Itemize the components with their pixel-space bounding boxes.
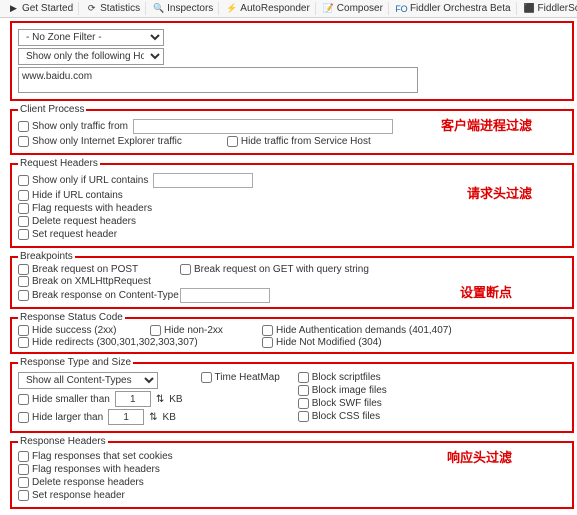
block-script-check[interactable]: Block scriptfiles	[298, 372, 381, 383]
tab-inspectors[interactable]: 🔍Inspectors	[148, 2, 219, 15]
fo-icon: FO	[396, 3, 407, 14]
set-resp-header-check[interactable]: Set response header	[18, 490, 125, 501]
block-css-check[interactable]: Block CSS files	[298, 411, 380, 422]
traffic-from-check[interactable]: Show only traffic from	[18, 121, 128, 132]
script-icon: ⬛	[524, 3, 535, 14]
status-code-legend: Response Status Code	[18, 312, 125, 323]
hide-304-check[interactable]: Hide Not Modified (304)	[262, 337, 462, 348]
hide-redirects-check[interactable]: Hide redirects (300,301,302,303,307)	[18, 337, 250, 348]
flag-cookies-check[interactable]: Flag responses that set cookies	[18, 451, 173, 462]
request-headers-note: 请求头过滤	[467, 183, 532, 202]
play-icon: ▶	[8, 3, 19, 14]
compose-icon: 📝	[323, 3, 334, 14]
hide-2xx-check[interactable]: Hide success (2xx)	[18, 325, 138, 336]
search-icon: 🔍	[153, 3, 164, 14]
set-req-header-check[interactable]: Set request header	[18, 229, 117, 240]
tab-composer[interactable]: 📝Composer	[318, 2, 389, 15]
tab-autoresponder[interactable]: ⚡AutoResponder	[221, 2, 316, 15]
type-size-legend: Response Type and Size	[18, 357, 133, 368]
time-heatmap-check[interactable]: Time HeatMap	[201, 372, 280, 383]
response-headers-legend: Response Headers	[18, 436, 108, 447]
flag-resp-headers-check[interactable]: Flag responses with headers	[18, 464, 160, 475]
show-url-contains-check[interactable]: Show only if URL contains	[18, 175, 148, 186]
host-filter-box: - No Zone Filter - Show only the followi…	[10, 21, 574, 101]
zone-filter-select[interactable]: - No Zone Filter -	[18, 29, 164, 46]
delete-req-headers-check[interactable]: Delete request headers	[18, 216, 136, 227]
show-url-field[interactable]	[153, 173, 253, 188]
flag-req-headers-check[interactable]: Flag requests with headers	[18, 203, 152, 214]
break-content-type-check[interactable]: Break response on Content-Type	[18, 288, 168, 303]
client-process-legend: Client Process	[18, 104, 86, 115]
ie-traffic-check[interactable]: Show only Internet Explorer traffic	[18, 136, 182, 147]
hide-larger-input[interactable]	[108, 409, 144, 425]
request-headers-section: Request Headers 请求头过滤 Show only if URL c…	[10, 158, 574, 248]
bolt-icon: ⚡	[226, 3, 237, 14]
host-filter-textarea[interactable]: www.baidu.com	[18, 67, 418, 93]
response-headers-note: 响应头过滤	[447, 447, 512, 466]
tab-statistics[interactable]: ⟳Statistics	[81, 2, 146, 15]
refresh-icon: ⟳	[86, 3, 97, 14]
break-get-query-check[interactable]: Break request on GET with query string	[180, 264, 400, 275]
type-size-section: Response Type and Size → 响应类型和大小过滤 Show …	[10, 357, 574, 433]
tab-orchestra[interactable]: FOFiddler Orchestra Beta	[391, 2, 517, 15]
hide-auth-check[interactable]: Hide Authentication demands (401,407)	[262, 325, 462, 336]
status-code-section: Response Status Code → 响应状态码过滤 Hide succ…	[10, 312, 574, 354]
hide-smaller-check[interactable]: Hide smaller than	[18, 394, 110, 405]
breakpoints-legend: Breakpoints	[18, 251, 75, 262]
hide-service-check[interactable]: Hide traffic from Service Host	[227, 136, 371, 147]
top-tabs: ▶Get Started ⟳Statistics 🔍Inspectors ⚡Au…	[0, 0, 577, 18]
client-process-section: Client Process 客户端进程过滤 Show only traffic…	[10, 104, 574, 155]
breakpoints-note: 设置断点	[460, 282, 512, 301]
delete-resp-headers-check[interactable]: Delete response headers	[18, 477, 144, 488]
hide-larger-check[interactable]: Hide larger than	[18, 412, 103, 423]
hide-smaller-input[interactable]	[115, 391, 151, 407]
tab-get-started[interactable]: ▶Get Started	[3, 2, 79, 15]
break-xhr-check[interactable]: Break on XMLHttpRequest	[18, 276, 168, 287]
break-content-type-field[interactable]	[180, 288, 270, 303]
tab-fiddlerscript[interactable]: ⬛FiddlerScript	[519, 2, 577, 15]
block-image-check[interactable]: Block image files	[298, 385, 387, 396]
hide-url-contains-check[interactable]: Hide if URL contains	[18, 190, 123, 201]
break-post-check[interactable]: Break request on POST	[18, 264, 168, 275]
response-headers-section: Response Headers 响应头过滤 Flag responses th…	[10, 436, 574, 509]
hide-non2xx-check[interactable]: Hide non-2xx	[150, 325, 250, 336]
client-process-note: 客户端进程过滤	[441, 115, 532, 134]
breakpoints-section: Breakpoints 设置断点 Break request on POST B…	[10, 251, 574, 309]
traffic-from-field[interactable]	[133, 119, 393, 134]
host-filter-select[interactable]: Show only the following Hosts	[18, 48, 164, 65]
request-headers-legend: Request Headers	[18, 158, 100, 169]
content-types-select[interactable]: Show all Content-Types	[18, 372, 158, 389]
block-swf-check[interactable]: Block SWF files	[298, 398, 382, 409]
